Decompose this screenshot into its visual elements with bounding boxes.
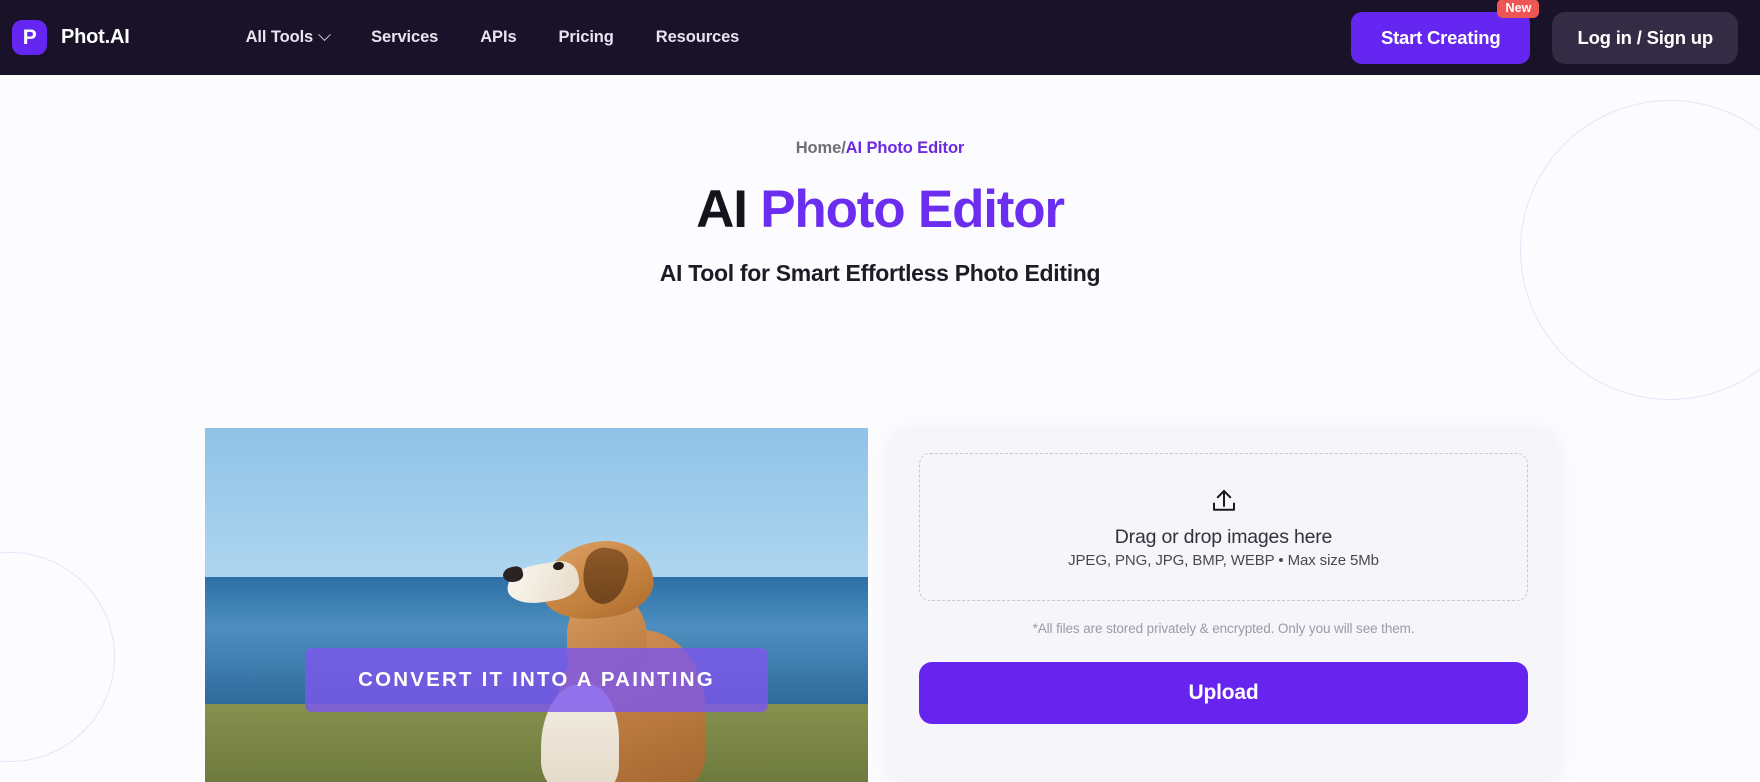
- main-navigation: All Tools Services APIs Pricing Resource…: [246, 28, 740, 47]
- dropzone[interactable]: Drag or drop images here JPEG, PNG, JPG,…: [919, 453, 1528, 601]
- preview-image: CONVERT IT INTO A PAINTING: [205, 428, 868, 782]
- nav-item-apis[interactable]: APIs: [480, 28, 516, 47]
- nav-item-services[interactable]: Services: [371, 28, 438, 47]
- preview-overlay-banner: CONVERT IT INTO A PAINTING: [305, 648, 768, 712]
- breadcrumb-current-page[interactable]: AI Photo Editor: [846, 139, 965, 157]
- upload-button[interactable]: Upload: [919, 662, 1528, 724]
- page-title: AI Photo Editor: [0, 182, 1760, 238]
- upload-icon: [1212, 489, 1235, 511]
- content-row: CONVERT IT INTO A PAINTING Drag or drop …: [0, 428, 1760, 782]
- start-creating-button[interactable]: Start Creating: [1350, 11, 1531, 64]
- nav-label-resources: Resources: [655, 28, 740, 46]
- main-content: Home/AI Photo Editor AI Photo Editor AI …: [0, 75, 1760, 782]
- dropzone-title: Drag or drop images here: [1114, 525, 1333, 548]
- brand-name: Phot.AI: [61, 26, 130, 48]
- nav-item-resources[interactable]: Resources: [655, 28, 740, 47]
- chevron-down-icon: [318, 28, 332, 42]
- nav-label-all-tools: All Tools: [245, 28, 314, 46]
- site-header: P Phot.AI All Tools Services APIs Pricin…: [0, 0, 1760, 75]
- breadcrumb-home-link[interactable]: Home: [796, 139, 842, 157]
- nav-item-all-tools[interactable]: All Tools: [245, 28, 332, 47]
- brand-logo[interactable]: P Phot.AI: [0, 20, 130, 55]
- nav-item-pricing[interactable]: Pricing: [559, 28, 614, 47]
- phot-ai-logo-icon: P: [12, 20, 47, 55]
- upload-card: Drag or drop images here JPEG, PNG, JPG,…: [892, 428, 1555, 779]
- dropzone-formats: JPEG, PNG, JPG, BMP, WEBP • Max size 5Mb: [1068, 551, 1379, 569]
- page-title-plain: AI: [696, 180, 761, 239]
- login-signup-button[interactable]: Log in / Sign up: [1552, 11, 1738, 64]
- nav-label-pricing: Pricing: [558, 28, 614, 46]
- page-title-accent: Photo Editor: [760, 180, 1065, 239]
- new-badge: New: [1497, 0, 1540, 18]
- header-actions: Start Creating New Log in / Sign up: [1350, 0, 1738, 64]
- page-subtitle: AI Tool for Smart Effortless Photo Editi…: [659, 259, 1101, 286]
- nav-label-services: Services: [371, 28, 439, 46]
- privacy-note: *All files are stored privately & encryp…: [1032, 621, 1415, 636]
- preview-overlay-text: CONVERT IT INTO A PAINTING: [358, 668, 715, 691]
- start-creating-wrapper: Start Creating New: [1350, 0, 1540, 64]
- breadcrumb: Home/AI Photo Editor: [0, 75, 1760, 158]
- nav-label-apis: APIs: [480, 28, 517, 46]
- page-root: P Phot.AI All Tools Services APIs Pricin…: [0, 0, 1760, 782]
